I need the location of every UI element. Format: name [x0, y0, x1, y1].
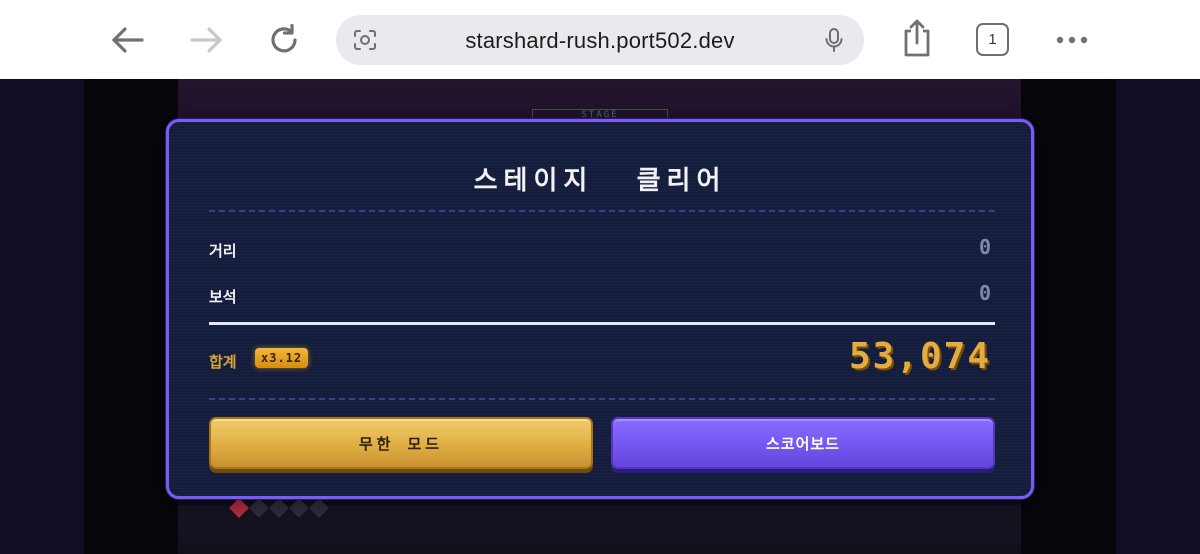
- page-margin-left: [0, 79, 84, 554]
- forward-arrow-icon[interactable]: [186, 20, 226, 60]
- divider-dashed: [209, 398, 995, 400]
- back-arrow-icon[interactable]: [108, 20, 148, 60]
- page-margin-right: [1116, 79, 1200, 554]
- browser-toolbar: starshard-rush.port502.dev 1: [0, 0, 1200, 79]
- heart-icon: [249, 498, 269, 518]
- divider-solid: [209, 322, 995, 325]
- tabs-icon[interactable]: 1: [976, 23, 1009, 56]
- heart-icon: [309, 498, 329, 518]
- heart-icon: [289, 498, 309, 518]
- scoreboard-button[interactable]: 스코어보드: [611, 417, 995, 469]
- distance-label: 거리: [209, 242, 237, 260]
- heart-icon: [229, 498, 249, 518]
- gems-value: 0: [978, 281, 991, 305]
- total-label: 합계: [209, 353, 237, 371]
- dialog-title: 스테이지 클리어: [473, 166, 727, 196]
- multiplier-badge: x3.12: [255, 348, 309, 368]
- lives-indicator: [229, 498, 329, 518]
- more-icon[interactable]: [1052, 20, 1092, 60]
- divider-dashed: [209, 210, 995, 212]
- total-score: 53,074: [848, 336, 991, 377]
- address-bar[interactable]: starshard-rush.port502.dev: [336, 15, 864, 65]
- gems-label: 보석: [209, 288, 237, 306]
- microphone-icon[interactable]: [824, 27, 844, 57]
- reload-icon[interactable]: [264, 20, 304, 60]
- share-icon[interactable]: [897, 18, 937, 58]
- heart-icon: [269, 498, 289, 518]
- distance-value: 0: [978, 235, 991, 259]
- endless-mode-button[interactable]: 무한 모드: [209, 417, 593, 469]
- stage-clear-dialog: 스테이지 클리어 거리 0 보석 0 합계 x3.12 53,074 무한 모드…: [166, 119, 1034, 499]
- url-text[interactable]: starshard-rush.port502.dev: [336, 28, 864, 54]
